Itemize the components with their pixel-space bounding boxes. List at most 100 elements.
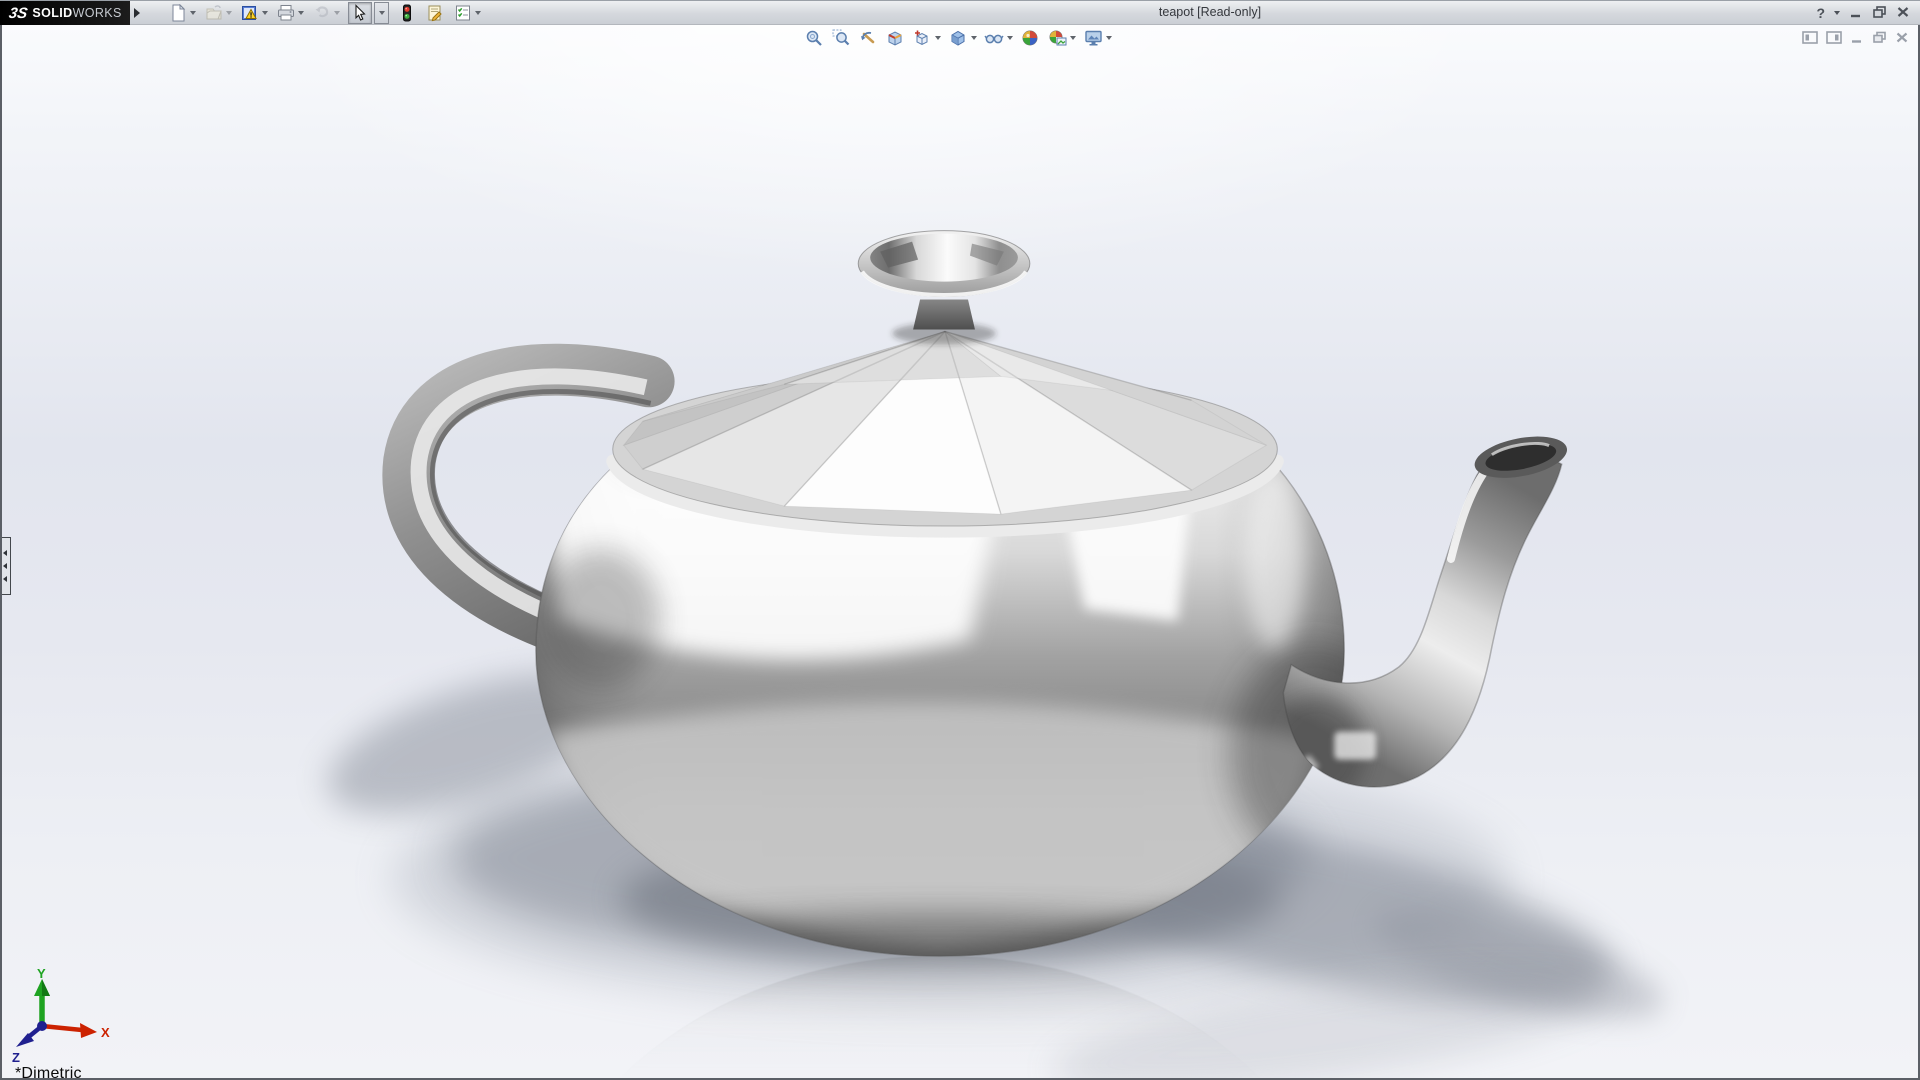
help-icon: ?	[1816, 5, 1825, 21]
menu-expand-button[interactable]	[131, 4, 142, 22]
view-orientation-label: *Dimetric	[15, 1065, 82, 1080]
print-icon	[277, 4, 295, 22]
view-settings-button[interactable]	[1083, 28, 1103, 47]
quick-access-toolbar	[168, 1, 484, 25]
document-window-controls	[1802, 31, 1909, 47]
triad-z-axis: Z	[12, 1026, 42, 1064]
arrow-left-icon	[3, 576, 7, 582]
apply-scene-button[interactable]	[1047, 28, 1067, 47]
rebuild-traffic-light-icon	[400, 4, 414, 22]
chevron-down-icon[interactable]	[935, 36, 941, 40]
previous-view-button[interactable]	[858, 28, 878, 47]
headsup-toolbar	[804, 28, 1116, 47]
featuremanager-collapse-tab[interactable]	[0, 537, 11, 595]
minimize-icon	[1850, 31, 1864, 44]
apply-scene-icon	[1048, 29, 1067, 47]
doc-minimize-button[interactable]	[1850, 31, 1864, 47]
solidworks-window: 3S SOLIDWORKS	[0, 0, 1920, 1080]
hide-show-items-button[interactable]	[984, 28, 1004, 47]
new-document-icon	[169, 4, 187, 22]
arrow-left-icon	[3, 550, 7, 556]
close-icon	[1896, 5, 1910, 19]
edit-appearance-button[interactable]	[1020, 28, 1040, 47]
triad-x-label: X	[101, 1025, 110, 1040]
close-icon	[1895, 31, 1909, 44]
arrow-left-icon	[3, 563, 7, 569]
minimize-icon	[1849, 5, 1863, 19]
teapot-knob	[858, 231, 1030, 345]
chevron-down-icon[interactable]	[298, 11, 304, 15]
zoom-to-fit-icon	[805, 29, 823, 47]
restore-icon	[1872, 5, 1887, 19]
chevron-down-icon[interactable]	[1106, 36, 1112, 40]
display-style-button[interactable]	[948, 28, 968, 47]
triad-z-label: Z	[12, 1050, 20, 1064]
undo-icon	[313, 4, 331, 22]
chevron-down-icon[interactable]	[262, 11, 268, 15]
display-style-icon	[949, 29, 967, 47]
close-button[interactable]	[1896, 5, 1910, 22]
doc-close-button[interactable]	[1895, 31, 1909, 47]
restore-button[interactable]	[1872, 5, 1887, 22]
chevron-down-icon[interactable]	[971, 36, 977, 40]
graphics-viewport[interactable]: Z Y X *Dimetric	[0, 25, 1920, 1080]
orientation-triad[interactable]: Z Y X	[8, 968, 118, 1064]
new-document-button[interactable]	[168, 3, 188, 23]
alert-document-icon	[241, 4, 259, 22]
pane-left-button[interactable]	[1802, 31, 1818, 47]
zoom-to-fit-button[interactable]	[804, 28, 824, 47]
select-button[interactable]	[348, 2, 372, 24]
triad-y-axis: Y	[34, 968, 50, 1026]
logo-mark: 3S	[8, 5, 29, 22]
section-view-icon	[886, 29, 904, 47]
pane-right-button[interactable]	[1826, 31, 1842, 47]
options-button[interactable]	[453, 3, 473, 23]
chevron-down-icon[interactable]	[334, 11, 340, 15]
window-controls: ?	[1816, 1, 1910, 25]
chevron-down-icon[interactable]	[1070, 36, 1076, 40]
arrow-right-icon	[134, 8, 140, 18]
doc-restore-button[interactable]	[1872, 31, 1887, 47]
teapot-render[interactable]	[2, 25, 1918, 1078]
triad-y-label: Y	[37, 968, 46, 981]
chevron-down-icon[interactable]	[1834, 11, 1840, 15]
window-title: teapot [Read-only]	[1159, 5, 1261, 19]
chevron-down-icon	[379, 11, 385, 15]
solidworks-logo: 3S SOLIDWORKS	[0, 1, 130, 25]
chevron-down-icon[interactable]	[190, 11, 196, 15]
chevron-down-icon[interactable]	[226, 11, 232, 15]
view-settings-icon	[1084, 29, 1103, 47]
print-button[interactable]	[276, 3, 296, 23]
logo-text-bold: SOLID	[32, 6, 72, 20]
restore-icon	[1872, 31, 1887, 44]
zoom-to-area-button[interactable]	[831, 28, 851, 47]
alert-document-button[interactable]	[240, 3, 260, 23]
view-orientation-button[interactable]	[912, 28, 932, 47]
rebuild-button[interactable]	[397, 3, 417, 23]
hide-show-items-icon	[984, 29, 1004, 47]
undo-button[interactable]	[312, 3, 332, 23]
chevron-down-icon[interactable]	[1007, 36, 1013, 40]
edit-appearance-icon	[1021, 29, 1039, 47]
select-cursor-icon	[351, 4, 369, 22]
pane-left-icon	[1802, 31, 1818, 44]
zoom-to-area-icon	[832, 29, 850, 47]
triad-x-axis: X	[42, 1023, 110, 1040]
minimize-button[interactable]	[1849, 5, 1863, 22]
options-checklist-icon	[454, 4, 472, 22]
view-orientation-icon	[913, 29, 931, 47]
triad-origin	[37, 1021, 47, 1031]
teapot-lid	[613, 331, 1278, 526]
file-properties-icon	[426, 4, 444, 22]
pane-right-icon	[1826, 31, 1842, 44]
open-icon	[205, 4, 223, 22]
section-view-button[interactable]	[885, 28, 905, 47]
previous-view-icon	[859, 29, 877, 47]
titlebar: 3S SOLIDWORKS	[0, 0, 1920, 25]
select-dropdown-button[interactable]	[374, 2, 389, 24]
open-button[interactable]	[204, 3, 224, 23]
chevron-down-icon[interactable]	[475, 11, 481, 15]
logo-text-light: WORKS	[73, 6, 122, 20]
file-properties-button[interactable]	[425, 3, 445, 23]
help-button[interactable]: ?	[1816, 6, 1825, 21]
